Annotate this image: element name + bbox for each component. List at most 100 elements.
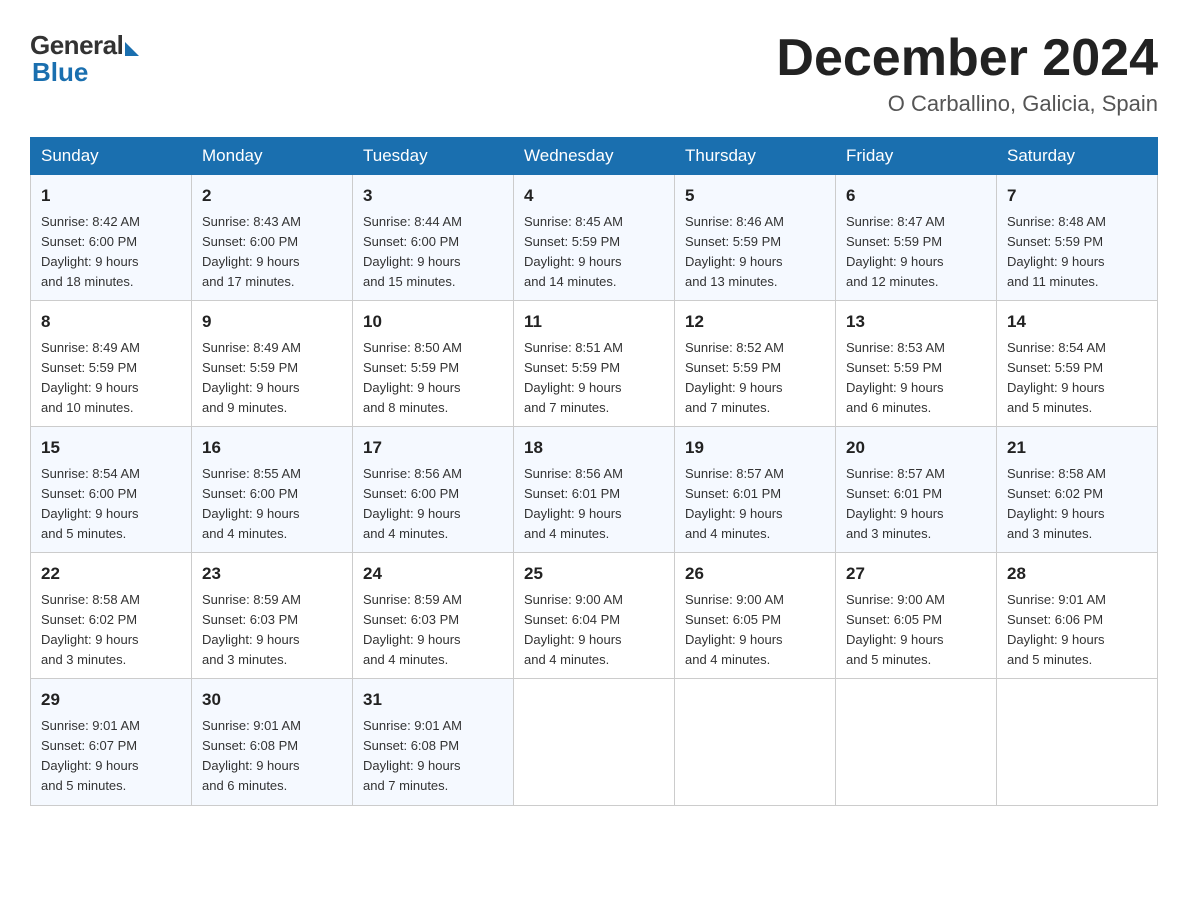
calendar-cell: 29 Sunrise: 9:01 AMSunset: 6:07 PMDayligh… — [31, 679, 192, 805]
logo-blue-text: Blue — [32, 57, 88, 88]
title-area: December 2024 O Carballino, Galicia, Spa… — [776, 30, 1158, 117]
day-info: Sunrise: 9:01 AMSunset: 6:07 PMDaylight:… — [41, 716, 181, 797]
month-title: December 2024 — [776, 30, 1158, 87]
calendar-cell — [675, 679, 836, 805]
weekday-header-thursday: Thursday — [675, 138, 836, 175]
logo: General Blue — [30, 30, 139, 88]
day-number: 17 — [363, 435, 503, 461]
day-info: Sunrise: 9:01 AMSunset: 6:08 PMDaylight:… — [363, 716, 503, 797]
day-info: Sunrise: 8:59 AMSunset: 6:03 PMDaylight:… — [363, 590, 503, 671]
calendar-cell: 11Sunrise: 8:51 AMSunset: 5:59 PMDayligh… — [514, 301, 675, 427]
calendar-cell: 22 Sunrise: 8:58 AMSunset: 6:02 PMDayligh… — [31, 553, 192, 679]
day-number: 14 — [1007, 309, 1147, 335]
location-title: O Carballino, Galicia, Spain — [776, 91, 1158, 117]
calendar-cell: 14Sunrise: 8:54 AMSunset: 5:59 PMDayligh… — [997, 301, 1158, 427]
weekday-header-monday: Monday — [192, 138, 353, 175]
calendar-cell: 7Sunrise: 8:48 AMSunset: 5:59 PMDaylight… — [997, 175, 1158, 301]
calendar-cell: 13 Sunrise: 8:53 AMSunset: 5:59 PMDayligh… — [836, 301, 997, 427]
day-info: Sunrise: 8:57 AMSunset: 6:01 PMDaylight:… — [846, 464, 986, 545]
day-info: Sunrise: 8:43 AMSunset: 6:00 PMDaylight:… — [202, 212, 342, 293]
day-number: 28 — [1007, 561, 1147, 587]
day-info: Sunrise: 8:57 AMSunset: 6:01 PMDaylight:… — [685, 464, 825, 545]
day-number: 23 — [202, 561, 342, 587]
calendar-table: SundayMondayTuesdayWednesdayThursdayFrid… — [30, 137, 1158, 805]
day-info: Sunrise: 8:49 AMSunset: 5:59 PMDaylight:… — [41, 338, 181, 419]
calendar-week-4: 22 Sunrise: 8:58 AMSunset: 6:02 PMDayligh… — [31, 553, 1158, 679]
calendar-cell: 12 Sunrise: 8:52 AMSunset: 5:59 PMDayligh… — [675, 301, 836, 427]
calendar-cell: 18Sunrise: 8:56 AMSunset: 6:01 PMDayligh… — [514, 427, 675, 553]
weekday-header-row: SundayMondayTuesdayWednesdayThursdayFrid… — [31, 138, 1158, 175]
weekday-header-wednesday: Wednesday — [514, 138, 675, 175]
day-info: Sunrise: 8:59 AMSunset: 6:03 PMDaylight:… — [202, 590, 342, 671]
day-number: 24 — [363, 561, 503, 587]
day-info: Sunrise: 8:52 AMSunset: 5:59 PMDaylight:… — [685, 338, 825, 419]
calendar-cell: 1 Sunrise: 8:42 AMSunset: 6:00 PMDaylight… — [31, 175, 192, 301]
day-info: Sunrise: 8:49 AMSunset: 5:59 PMDaylight:… — [202, 338, 342, 419]
day-number: 22 — [41, 561, 181, 587]
day-number: 15 — [41, 435, 181, 461]
calendar-cell: 31Sunrise: 9:01 AMSunset: 6:08 PMDayligh… — [353, 679, 514, 805]
calendar-cell — [836, 679, 997, 805]
calendar-cell: 3Sunrise: 8:44 AMSunset: 6:00 PMDaylight… — [353, 175, 514, 301]
day-number: 20 — [846, 435, 986, 461]
calendar-cell: 5 Sunrise: 8:46 AMSunset: 5:59 PMDaylight… — [675, 175, 836, 301]
weekday-header-saturday: Saturday — [997, 138, 1158, 175]
day-number: 9 — [202, 309, 342, 335]
day-info: Sunrise: 9:01 AMSunset: 6:08 PMDaylight:… — [202, 716, 342, 797]
day-number: 4 — [524, 183, 664, 209]
calendar-cell: 23 Sunrise: 8:59 AMSunset: 6:03 PMDayligh… — [192, 553, 353, 679]
day-number: 26 — [685, 561, 825, 587]
day-number: 27 — [846, 561, 986, 587]
calendar-cell: 2 Sunrise: 8:43 AMSunset: 6:00 PMDaylight… — [192, 175, 353, 301]
calendar-cell: 26 Sunrise: 9:00 AMSunset: 6:05 PMDayligh… — [675, 553, 836, 679]
day-info: Sunrise: 8:53 AMSunset: 5:59 PMDaylight:… — [846, 338, 986, 419]
day-info: Sunrise: 8:46 AMSunset: 5:59 PMDaylight:… — [685, 212, 825, 293]
calendar-cell: 15Sunrise: 8:54 AMSunset: 6:00 PMDayligh… — [31, 427, 192, 553]
day-number: 13 — [846, 309, 986, 335]
day-number: 7 — [1007, 183, 1147, 209]
weekday-header-friday: Friday — [836, 138, 997, 175]
calendar-cell: 17 Sunrise: 8:56 AMSunset: 6:00 PMDayligh… — [353, 427, 514, 553]
day-number: 21 — [1007, 435, 1147, 461]
day-info: Sunrise: 8:56 AMSunset: 6:00 PMDaylight:… — [363, 464, 503, 545]
calendar-cell: 16 Sunrise: 8:55 AMSunset: 6:00 PMDayligh… — [192, 427, 353, 553]
day-info: Sunrise: 8:58 AMSunset: 6:02 PMDaylight:… — [41, 590, 181, 671]
day-number: 2 — [202, 183, 342, 209]
day-info: Sunrise: 8:44 AMSunset: 6:00 PMDaylight:… — [363, 212, 503, 293]
day-info: Sunrise: 9:00 AMSunset: 6:05 PMDaylight:… — [685, 590, 825, 671]
calendar-week-5: 29 Sunrise: 9:01 AMSunset: 6:07 PMDayligh… — [31, 679, 1158, 805]
logo-triangle-icon — [125, 42, 139, 56]
day-number: 29 — [41, 687, 181, 713]
day-number: 10 — [363, 309, 503, 335]
calendar-cell: 21 Sunrise: 8:58 AMSunset: 6:02 PMDayligh… — [997, 427, 1158, 553]
calendar-cell: 28Sunrise: 9:01 AMSunset: 6:06 PMDayligh… — [997, 553, 1158, 679]
day-number: 16 — [202, 435, 342, 461]
day-info: Sunrise: 8:47 AMSunset: 5:59 PMDaylight:… — [846, 212, 986, 293]
calendar-body: 1 Sunrise: 8:42 AMSunset: 6:00 PMDaylight… — [31, 175, 1158, 805]
day-info: Sunrise: 8:56 AMSunset: 6:01 PMDaylight:… — [524, 464, 664, 545]
day-number: 19 — [685, 435, 825, 461]
weekday-header-tuesday: Tuesday — [353, 138, 514, 175]
calendar-cell: 6 Sunrise: 8:47 AMSunset: 5:59 PMDaylight… — [836, 175, 997, 301]
day-info: Sunrise: 8:55 AMSunset: 6:00 PMDaylight:… — [202, 464, 342, 545]
page-header: General Blue December 2024 O Carballino,… — [30, 30, 1158, 117]
calendar-cell: 4Sunrise: 8:45 AMSunset: 5:59 PMDaylight… — [514, 175, 675, 301]
calendar-cell: 20 Sunrise: 8:57 AMSunset: 6:01 PMDayligh… — [836, 427, 997, 553]
day-info: Sunrise: 8:42 AMSunset: 6:00 PMDaylight:… — [41, 212, 181, 293]
calendar-cell: 10Sunrise: 8:50 AMSunset: 5:59 PMDayligh… — [353, 301, 514, 427]
day-number: 5 — [685, 183, 825, 209]
calendar-cell: 24 Sunrise: 8:59 AMSunset: 6:03 PMDayligh… — [353, 553, 514, 679]
day-info: Sunrise: 9:00 AMSunset: 6:04 PMDaylight:… — [524, 590, 664, 671]
calendar-cell: 9 Sunrise: 8:49 AMSunset: 5:59 PMDaylight… — [192, 301, 353, 427]
calendar-cell: 19 Sunrise: 8:57 AMSunset: 6:01 PMDayligh… — [675, 427, 836, 553]
day-number: 1 — [41, 183, 181, 209]
day-number: 11 — [524, 309, 664, 335]
day-info: Sunrise: 9:00 AMSunset: 6:05 PMDaylight:… — [846, 590, 986, 671]
day-number: 25 — [524, 561, 664, 587]
day-number: 6 — [846, 183, 986, 209]
calendar-cell: 25 Sunrise: 9:00 AMSunset: 6:04 PMDayligh… — [514, 553, 675, 679]
calendar-week-3: 15Sunrise: 8:54 AMSunset: 6:00 PMDayligh… — [31, 427, 1158, 553]
day-info: Sunrise: 8:58 AMSunset: 6:02 PMDaylight:… — [1007, 464, 1147, 545]
day-number: 12 — [685, 309, 825, 335]
day-number: 30 — [202, 687, 342, 713]
